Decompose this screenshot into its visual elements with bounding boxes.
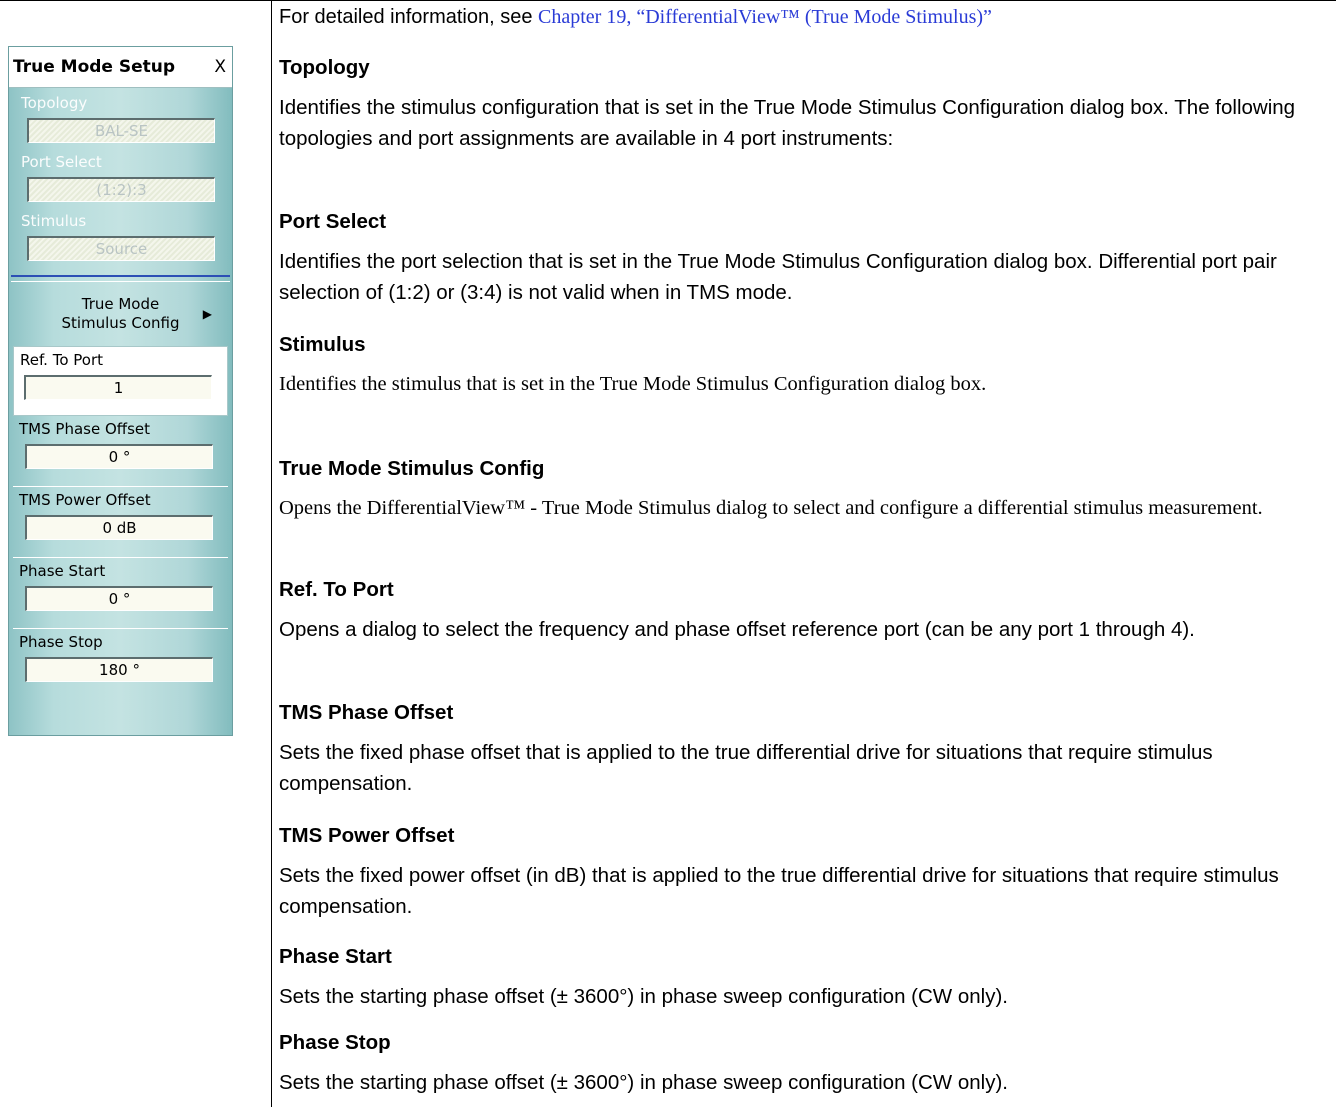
panel-title: True Mode Setup: [13, 57, 176, 77]
stimulus-label: Stimulus: [21, 212, 87, 230]
entry-heading: TMS Power Offset: [279, 824, 455, 847]
topology-label: Topology: [21, 94, 88, 112]
stimulus-value: Source: [27, 236, 215, 261]
entry-tms-phase-offset: TMS Phase Offset Sets the fixed phase of…: [279, 701, 1329, 799]
phase-start-button[interactable]: Phase Start 0 °: [9, 558, 232, 628]
tms-phase-offset-label: TMS Phase Offset: [19, 420, 151, 438]
entry-heading: Stimulus: [279, 333, 366, 356]
topology-field: Topology BAL-SE: [9, 88, 232, 143]
entry-phase-start: Phase Start Sets the starting phase offs…: [279, 945, 1329, 1012]
column-rule: [271, 0, 272, 1107]
stimulus-field: Stimulus Source: [9, 206, 232, 261]
tms-power-offset-label: TMS Power Offset: [19, 491, 151, 509]
topology-value: BAL-SE: [27, 118, 215, 143]
port-select-field: Port Select (1:2):3: [9, 147, 232, 202]
phase-stop-value: 180 °: [25, 657, 213, 682]
entry-heading: True Mode Stimulus Config: [279, 457, 545, 480]
phase-stop-label: Phase Stop: [19, 633, 103, 651]
close-button[interactable]: X: [214, 57, 226, 77]
entry-ref-to-port: Ref. To Port Opens a dialog to select th…: [279, 578, 1329, 645]
entry-body: Identifies the stimulus that is set in t…: [279, 373, 987, 395]
tms-phase-offset-value: 0 °: [25, 444, 213, 469]
submenu-label-line2: Stimulus Config: [61, 314, 180, 332]
entry-body: Sets the starting phase offset (± 3600°)…: [279, 985, 1008, 1008]
entry-body: Identifies the stimulus configuration th…: [279, 96, 1296, 150]
entry-tms-power-offset: TMS Power Offset Sets the fixed power of…: [279, 824, 1329, 922]
entry-phase-stop: Phase Stop Sets the starting phase offse…: [279, 1031, 1329, 1098]
entry-stimulus: Stimulus Identifies the stimulus that is…: [279, 333, 1329, 400]
entry-topology: Topology Identifies the stimulus configu…: [279, 56, 1329, 154]
entry-heading: Topology: [279, 56, 370, 79]
entry-body: Sets the starting phase offset (± 3600°)…: [279, 1071, 1008, 1094]
top-rule: [0, 0, 1336, 1]
intro-text: For detailed information, see: [279, 6, 539, 28]
phase-stop-button[interactable]: Phase Stop 180 °: [9, 629, 232, 699]
submenu-label-line1: True Mode: [81, 295, 160, 313]
tms-phase-offset-button[interactable]: TMS Phase Offset 0 °: [9, 416, 232, 486]
submenu-arrow-icon: ▶: [202, 307, 212, 321]
tms-power-offset-button[interactable]: TMS Power Offset 0 dB: [9, 487, 232, 557]
entry-body: Identifies the port selection that is se…: [279, 250, 1277, 304]
section-separator: [11, 275, 230, 282]
chapter-link[interactable]: Chapter 19, “DifferentialView™ (True Mod…: [538, 6, 992, 28]
entry-true-mode-stimulus-config: True Mode Stimulus Config Opens the Diff…: [279, 457, 1329, 524]
port-select-value: (1:2):3: [27, 177, 215, 202]
entry-body: Opens a dialog to select the frequency a…: [279, 618, 1195, 641]
phase-start-label: Phase Start: [19, 562, 106, 580]
entry-body: Opens the DifferentialView™ - True Mode …: [279, 497, 1263, 519]
port-select-label: Port Select: [21, 153, 102, 171]
entry-heading: Ref. To Port: [279, 578, 394, 601]
true-mode-stimulus-config-button[interactable]: True Mode Stimulus Config ▶: [9, 282, 232, 346]
true-mode-setup-panel: True Mode Setup X Topology BAL-SE Port S…: [8, 46, 233, 736]
entry-heading: TMS Phase Offset: [279, 701, 454, 724]
entry-port-select: Port Select Identifies the port selectio…: [279, 210, 1329, 308]
tms-power-offset-value: 0 dB: [25, 515, 213, 540]
entry-heading: Port Select: [279, 210, 387, 233]
ref-to-port-button[interactable]: Ref. To Port 1: [13, 346, 228, 416]
ref-to-port-label: Ref. To Port: [20, 351, 103, 369]
entry-body: Sets the fixed phase offset that is appl…: [279, 741, 1213, 795]
entry-heading: Phase Start: [279, 945, 392, 968]
ref-to-port-value: 1: [24, 375, 212, 400]
intro-line: For detailed information, see Chapter 19…: [279, 6, 992, 29]
phase-start-value: 0 °: [25, 586, 213, 611]
entry-body: Sets the fixed power offset (in dB) that…: [279, 864, 1279, 918]
entry-heading: Phase Stop: [279, 1031, 391, 1054]
panel-title-bar: True Mode Setup X: [9, 47, 232, 88]
